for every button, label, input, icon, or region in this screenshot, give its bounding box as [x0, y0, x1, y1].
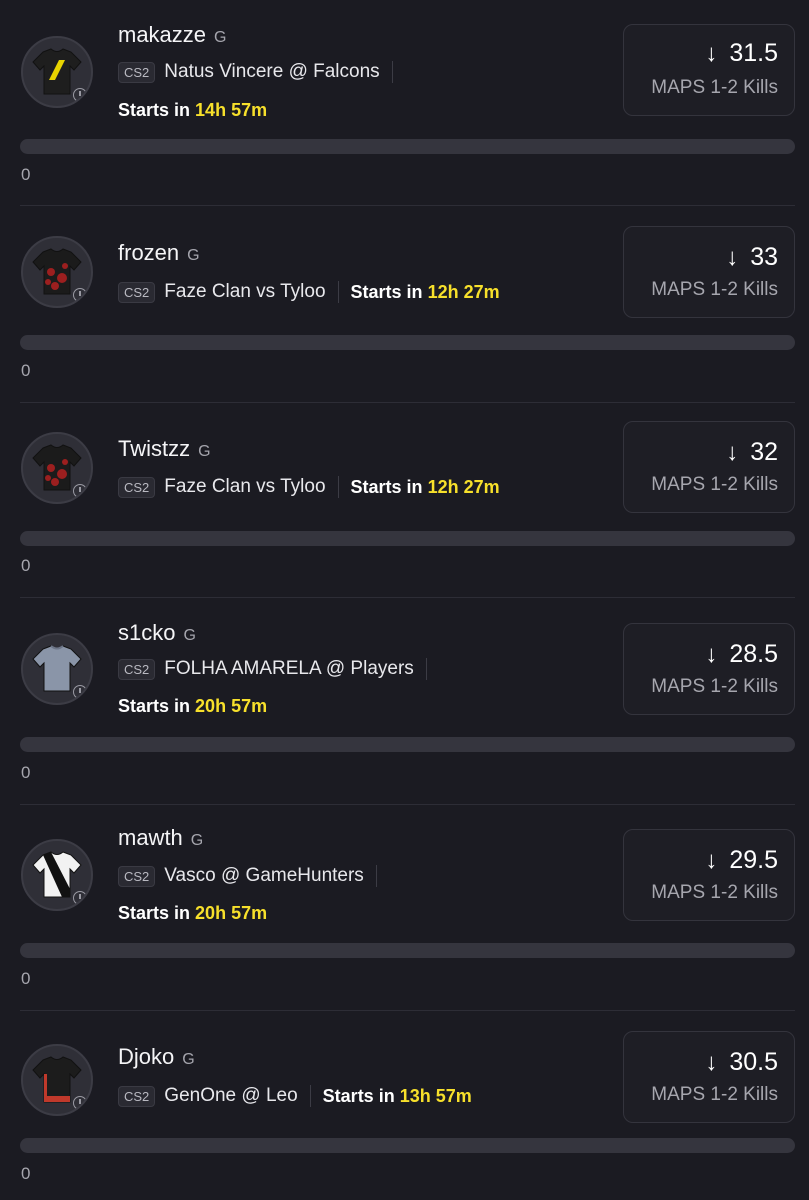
player-card[interactable]: s1cko G CS2 FOLHA AMARELA @ Players Starts… — [0, 599, 809, 805]
league-tag: CS2 — [118, 61, 156, 83]
line-button[interactable]: ↓ 28.5 MAPS 1-2 Kills — [623, 623, 795, 715]
progress-bar — [20, 1138, 795, 1153]
line-button[interactable]: ↓ 31.5 MAPS 1-2 Kills — [623, 24, 795, 116]
player-card[interactable]: Djoko G CS2 GenOne @ Leo Starts in 13h 57m … — [0, 1011, 809, 1200]
player-card[interactable]: frozen G CS2 Faze Clan vs Tyloo Starts in 1… — [0, 206, 809, 412]
line-value: 28.5 — [729, 640, 778, 668]
separator — [391, 61, 393, 83]
match-name: Faze Clan vs Tyloo — [164, 476, 326, 497]
player-avatar — [21, 432, 93, 504]
progress-bar — [20, 335, 795, 350]
clock-icon — [73, 288, 87, 302]
match-name: Natus Vincere @ Falcons — [164, 61, 380, 82]
stat-label: MAPS 1-2 Kills — [651, 882, 778, 903]
player-card[interactable]: Twistzz G CS2 Faze Clan vs Tyloo Starts in … — [0, 403, 809, 609]
pick-count: 0 — [21, 556, 31, 575]
player-name: s1cko — [118, 620, 176, 645]
separator — [337, 281, 339, 303]
starts-label: Starts in 13h 57m — [322, 1085, 472, 1106]
line-button[interactable]: ↓ 32 MAPS 1-2 Kills — [623, 421, 795, 513]
stat-label: MAPS 1-2 Kills — [651, 77, 778, 98]
starts-label: Starts in 12h 27m — [350, 281, 500, 302]
match-name: FOLHA AMARELA @ Players — [164, 658, 414, 679]
arrow-down-icon: ↓ — [726, 243, 739, 271]
progress-bar — [20, 943, 795, 958]
pick-count: 0 — [21, 361, 31, 380]
line-value: 33 — [750, 243, 778, 271]
starts-time: 14h 57m — [195, 99, 268, 120]
line-value: 31.5 — [729, 39, 778, 67]
player-position: G — [182, 1051, 195, 1068]
progress-bar — [20, 139, 795, 154]
player-name: mawth — [118, 825, 183, 850]
league-tag: CS2 — [118, 865, 156, 887]
player-name: Djoko — [118, 1044, 175, 1069]
player-card[interactable]: makazze G CS2 Natus Vincere @ Falcons Star… — [0, 0, 809, 206]
arrow-down-icon: ↓ — [705, 846, 718, 874]
line-button[interactable]: ↓ 33 MAPS 1-2 Kills — [623, 226, 795, 318]
clock-icon — [73, 88, 87, 102]
player-avatar — [21, 839, 93, 911]
player-card[interactable]: mawth G CS2 Vasco @ GameHunters Starts in … — [0, 805, 809, 1011]
arrow-down-icon: ↓ — [705, 39, 718, 67]
pick-count: 0 — [21, 165, 31, 184]
player-name: Twistzz — [118, 436, 191, 461]
league-tag: CS2 — [118, 658, 156, 680]
line-button[interactable]: ↓ 29.5 MAPS 1-2 Kills — [623, 829, 795, 921]
stat-label: MAPS 1-2 Kills — [651, 676, 778, 697]
progress-bar — [20, 737, 795, 752]
starts-label: Starts in 12h 27m — [350, 476, 500, 497]
player-position: G — [190, 832, 204, 849]
player-name: frozen — [118, 240, 180, 265]
clock-icon — [73, 484, 87, 498]
player-list: makazze G CS2 Natus Vincere @ Falcons Star… — [0, 0, 809, 1200]
divider — [20, 597, 795, 598]
stat-label: MAPS 1-2 Kills — [651, 279, 778, 300]
player-position: G — [187, 247, 200, 264]
separator — [375, 865, 377, 887]
match-name: GenOne @ Leo — [164, 1085, 298, 1106]
player-avatar — [21, 633, 93, 705]
clock-icon — [73, 685, 87, 699]
separator — [425, 658, 427, 680]
stat-label: MAPS 1-2 Kills — [651, 474, 778, 495]
arrow-down-icon: ↓ — [705, 1048, 718, 1076]
progress-bar — [20, 531, 795, 546]
player-position: G — [198, 443, 211, 460]
starts-time: 12h 27m — [427, 281, 500, 302]
match-name: Vasco @ GameHunters — [164, 865, 364, 886]
line-value: 29.5 — [729, 846, 778, 874]
league-tag: CS2 — [118, 281, 156, 303]
starts-time: 20h 57m — [195, 902, 268, 923]
starts-label: Starts in 14h 57m — [118, 99, 268, 120]
league-tag: CS2 — [118, 1085, 156, 1107]
match-name: Faze Clan vs Tyloo — [164, 281, 326, 302]
player-avatar — [21, 236, 93, 308]
line-value: 32 — [750, 438, 778, 466]
pick-count: 0 — [21, 969, 31, 988]
starts-label: Starts in 20h 57m — [118, 695, 268, 716]
line-button[interactable]: ↓ 30.5 MAPS 1-2 Kills — [623, 1031, 795, 1123]
league-tag: CS2 — [118, 476, 156, 498]
separator — [309, 1085, 311, 1107]
player-position: G — [183, 627, 196, 644]
line-value: 30.5 — [729, 1048, 778, 1076]
pick-count: 0 — [21, 1164, 31, 1183]
player-avatar — [21, 36, 93, 108]
clock-icon — [73, 1096, 87, 1110]
player-name: makazze — [118, 22, 207, 47]
starts-time: 12h 27m — [427, 476, 500, 497]
starts-time: 20h 57m — [195, 695, 268, 716]
player-avatar — [21, 1044, 93, 1116]
starts-label: Starts in 20h 57m — [118, 902, 268, 923]
arrow-down-icon: ↓ — [726, 438, 739, 466]
starts-time: 13h 57m — [399, 1085, 472, 1106]
clock-icon — [73, 891, 87, 905]
separator — [337, 476, 339, 498]
player-position: G — [214, 29, 227, 46]
arrow-down-icon: ↓ — [705, 640, 718, 668]
pick-count: 0 — [21, 763, 31, 782]
stat-label: MAPS 1-2 Kills — [651, 1084, 778, 1105]
